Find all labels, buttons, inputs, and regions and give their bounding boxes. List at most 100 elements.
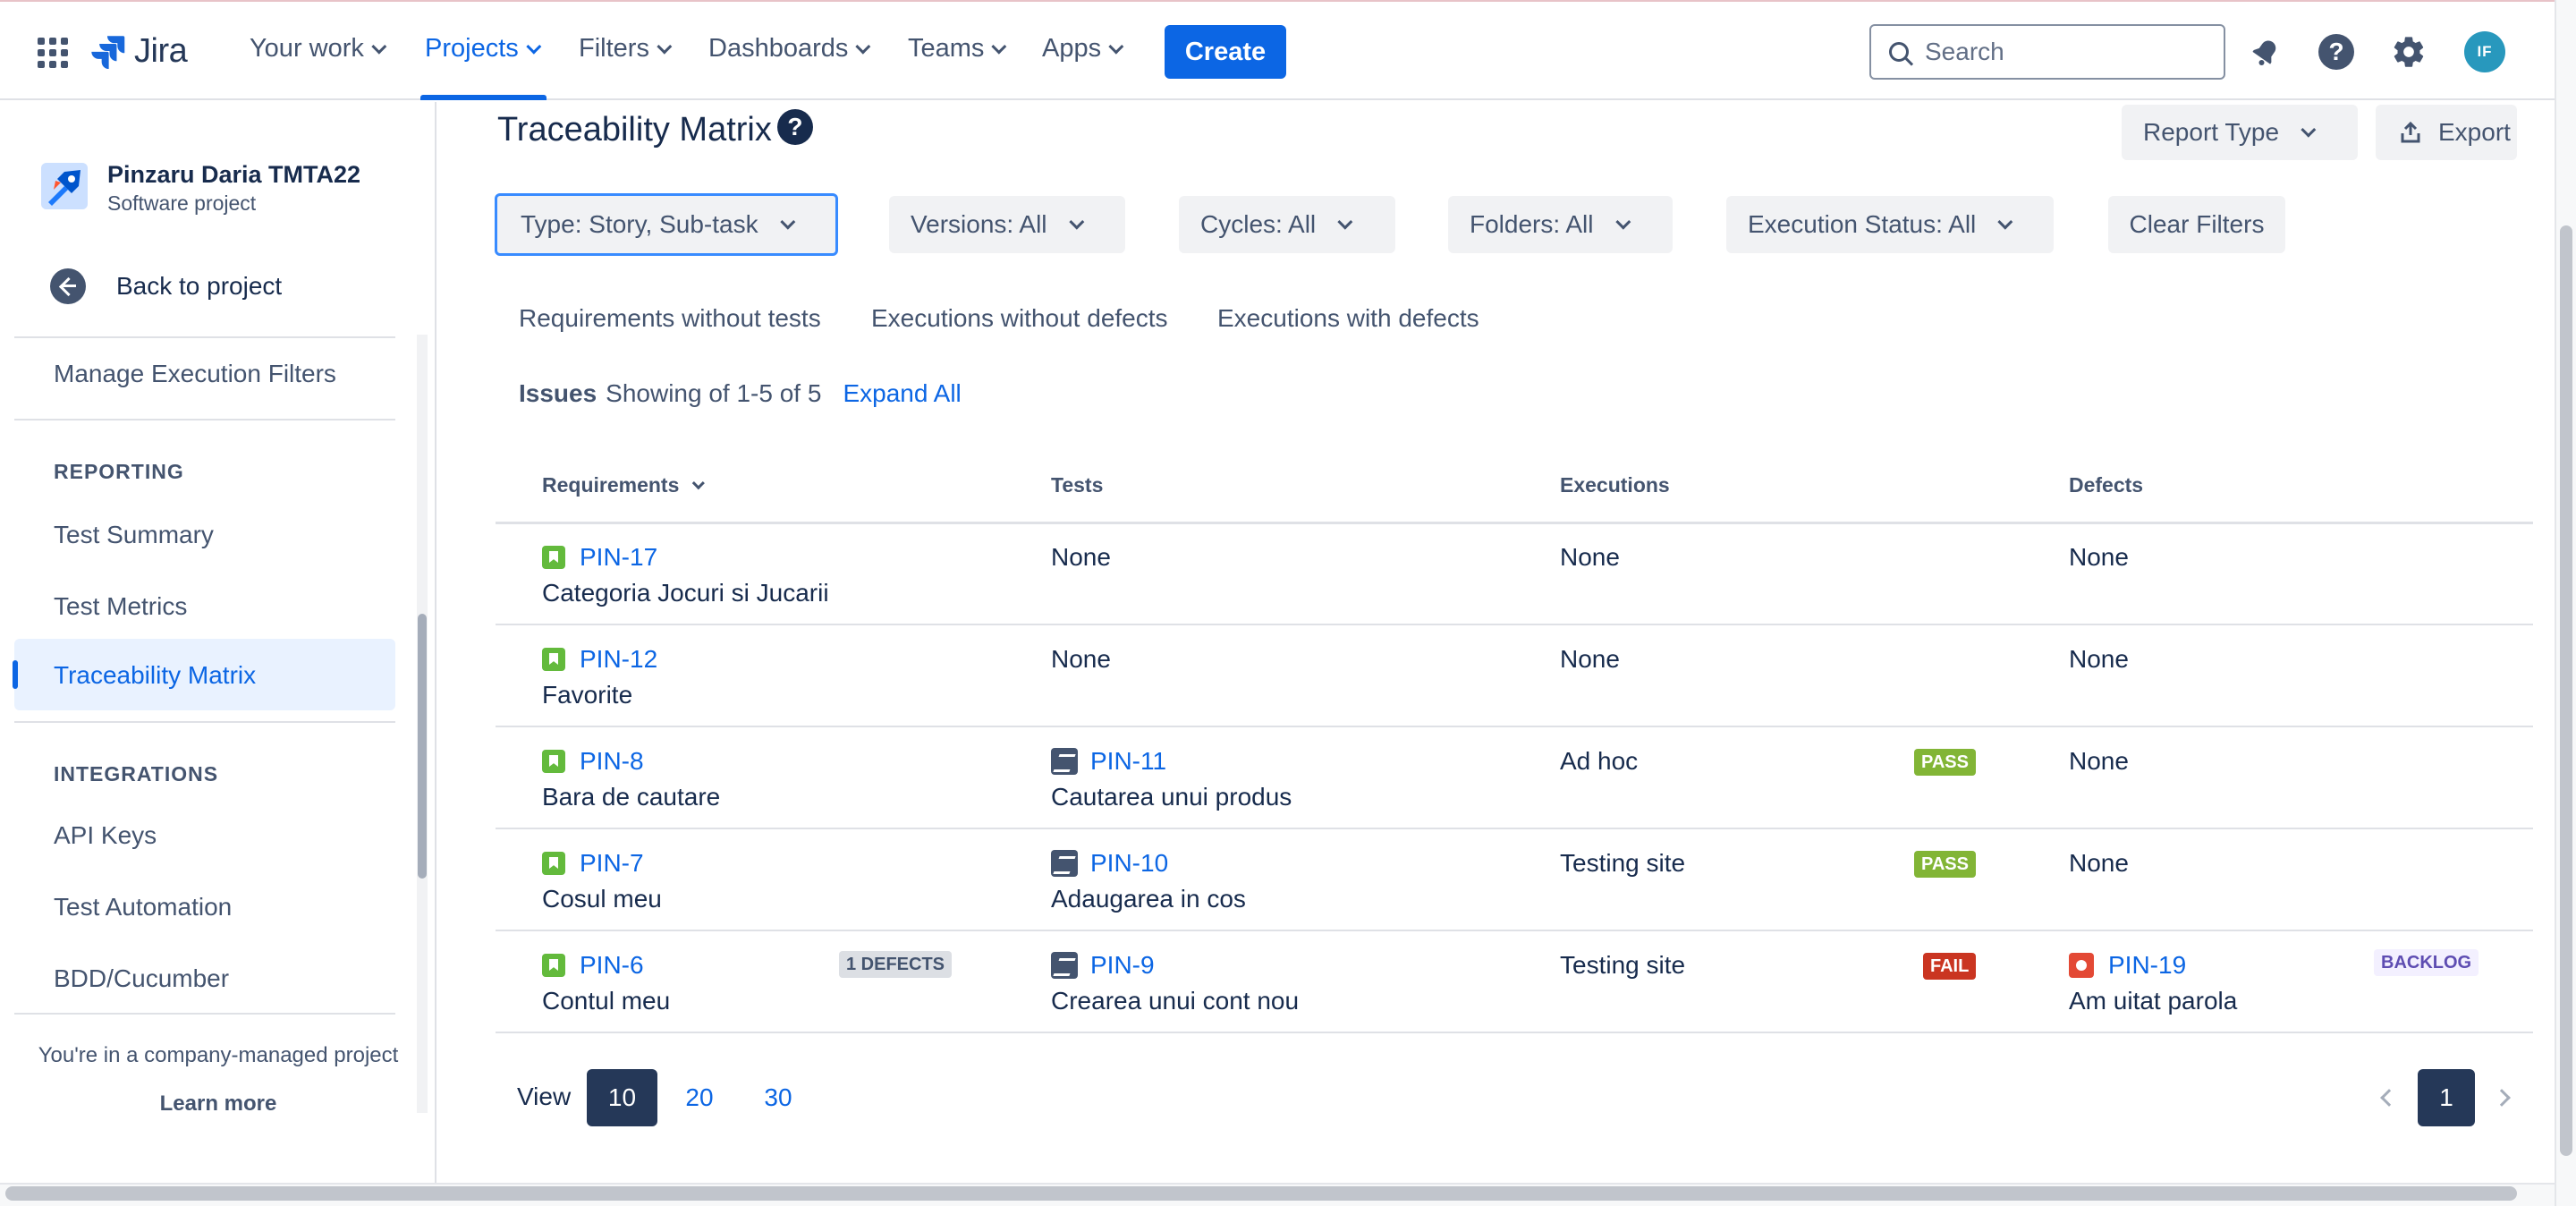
- page-size-30[interactable]: 30: [751, 1069, 805, 1126]
- learn-more-link[interactable]: Learn more: [0, 1091, 436, 1117]
- nav-your-work[interactable]: Your work: [250, 34, 387, 64]
- nav-dashboards[interactable]: Dashboards: [708, 34, 871, 64]
- help-question-icon[interactable]: ?: [776, 108, 813, 145]
- table-row: PIN-7 Cosul meu PIN-10 Adaugarea in cos …: [496, 829, 2533, 931]
- showing-count: Showing of 1-5 of 5: [606, 379, 822, 407]
- chevron-down-icon: [1337, 214, 1353, 230]
- type-filter[interactable]: Type: Story, Sub-task: [495, 193, 838, 256]
- chevron-down-icon: [991, 38, 1007, 55]
- tab-executions-with-defects[interactable]: Executions with defects: [1217, 304, 1479, 333]
- test-key-link[interactable]: PIN-10: [1051, 845, 1246, 881]
- story-icon: [542, 546, 565, 569]
- requirement-key: PIN-12: [580, 645, 658, 673]
- chevron-down-icon: [1614, 214, 1631, 230]
- report-type-label: Report Type: [2143, 118, 2280, 146]
- jira-logo[interactable]: Jira: [89, 29, 188, 73]
- sidebar-item-test-automation[interactable]: Test Automation: [54, 893, 232, 921]
- expand-all-link[interactable]: Expand All: [843, 379, 961, 408]
- requirement-key: PIN-17: [580, 543, 658, 571]
- previous-page-icon[interactable]: [2380, 1089, 2398, 1107]
- next-page-icon[interactable]: [2493, 1089, 2511, 1107]
- jira-logo-icon: [91, 36, 125, 70]
- clear-filters-button[interactable]: Clear Filters: [2108, 196, 2285, 253]
- sidebar-item-test-metrics[interactable]: Test Metrics: [54, 592, 187, 621]
- defect-title: Am uitat parola: [2069, 987, 2238, 1015]
- cycles-filter[interactable]: Cycles: All: [1179, 196, 1395, 253]
- sidebar-item-test-summary[interactable]: Test Summary: [54, 521, 214, 549]
- view-label: View: [517, 1083, 572, 1110]
- table-row: PIN-8 Bara de cautare PIN-11 Cautarea un…: [496, 727, 2533, 829]
- chevron-down-icon: [692, 476, 706, 489]
- settings-gear-icon[interactable]: [2389, 32, 2428, 72]
- logo-text: Jira: [134, 31, 188, 70]
- page-title-text: Traceability Matrix: [497, 111, 772, 149]
- requirement-title: Cosul meu: [542, 885, 662, 913]
- page-horizontal-scrollbar-thumb[interactable]: [5, 1186, 2517, 1201]
- requirement-title: Bara de cautare: [542, 783, 721, 811]
- project-header[interactable]: Pinzaru Daria TMTA22 Software project: [41, 159, 360, 217]
- column-header-requirements[interactable]: Requirements: [542, 473, 706, 497]
- defects-cell: None: [2069, 543, 2129, 571]
- nav-teams[interactable]: Teams: [908, 34, 1007, 64]
- sidebar-divider: [14, 1013, 395, 1015]
- page-vertical-scrollbar-thumb[interactable]: [2560, 225, 2572, 1156]
- story-icon: [542, 852, 565, 875]
- app-switcher-icon[interactable]: [38, 38, 68, 68]
- column-header-defects: Defects: [2069, 473, 2144, 497]
- current-page[interactable]: 1: [2418, 1069, 2475, 1126]
- defect-key: PIN-19: [2108, 951, 2187, 979]
- export-button[interactable]: Export: [2376, 105, 2517, 160]
- notifications-icon[interactable]: [2246, 32, 2285, 72]
- page-title: Traceability Matrix ?: [497, 108, 813, 149]
- column-header-executions: Executions: [1560, 473, 1670, 497]
- create-button[interactable]: Create: [1165, 25, 1286, 79]
- requirement-key: PIN-6: [580, 951, 644, 979]
- executions-cell: None: [1560, 645, 1620, 673]
- requirement-cell: PIN-7 Cosul meu: [542, 845, 662, 917]
- project-type: Software project: [107, 191, 257, 215]
- test-title: Crearea unui cont nou: [1051, 987, 1300, 1015]
- folders-filter[interactable]: Folders: All: [1448, 196, 1673, 253]
- test-title: Adaugarea in cos: [1051, 885, 1246, 913]
- requirement-key-link[interactable]: PIN-7: [542, 845, 662, 881]
- sidebar-item-manage-execution-filters[interactable]: Manage Execution Filters: [54, 360, 336, 388]
- sidebar-item-bdd-cucumber[interactable]: BDD/Cucumber: [54, 964, 229, 993]
- back-to-project-label: Back to project: [116, 272, 283, 300]
- requirement-title: Categoria Jocuri si Jucarii: [542, 579, 829, 607]
- requirement-key-link[interactable]: PIN-8: [542, 743, 720, 779]
- sidebar-item-traceability-matrix[interactable]: Traceability Matrix: [54, 661, 256, 690]
- tab-executions-without-defects[interactable]: Executions without defects: [871, 304, 1168, 333]
- versions-filter[interactable]: Versions: All: [889, 196, 1125, 253]
- chevron-down-icon: [779, 214, 795, 230]
- table-row: PIN-6 Contul meu 1 DEFECTS PIN-9 Crearea…: [496, 931, 2533, 1033]
- execution-status-filter[interactable]: Execution Status: All: [1726, 196, 2054, 253]
- nav-apps[interactable]: Apps: [1042, 34, 1124, 64]
- report-type-dropdown[interactable]: Report Type: [2122, 105, 2358, 160]
- sidebar-divider: [14, 419, 395, 420]
- tab-requirements-without-tests[interactable]: Requirements without tests: [519, 304, 821, 333]
- defects-cell: None: [2069, 747, 2129, 775]
- page-size-10[interactable]: 10: [587, 1069, 657, 1126]
- sidebar-scrollbar-thumb[interactable]: [418, 614, 427, 879]
- page-size-20[interactable]: 20: [673, 1069, 726, 1126]
- executions-cell: Ad hoc: [1560, 747, 1639, 775]
- tests-cell: PIN-9 Crearea unui cont nou: [1051, 947, 1299, 1019]
- requirement-key-link[interactable]: PIN-6: [542, 947, 670, 983]
- column-header-tests: Tests: [1051, 473, 1104, 497]
- test-key: PIN-10: [1090, 849, 1169, 877]
- folders-filter-label: Folders: All: [1470, 210, 1594, 238]
- back-to-project-link[interactable]: Back to project: [50, 268, 282, 304]
- requirement-key-link[interactable]: PIN-17: [542, 539, 829, 575]
- requirement-key-link[interactable]: PIN-12: [542, 641, 657, 677]
- nav-filters[interactable]: Filters: [579, 34, 673, 64]
- help-icon[interactable]: ?: [2317, 32, 2356, 72]
- test-key-link[interactable]: PIN-11: [1051, 743, 1292, 779]
- search-input[interactable]: Search: [1869, 24, 2225, 80]
- sidebar-item-api-keys[interactable]: API Keys: [54, 821, 157, 850]
- user-avatar[interactable]: IF: [2464, 31, 2505, 72]
- execution-status-filter-label: Execution Status: All: [1748, 210, 1977, 238]
- defects-count-badge[interactable]: 1 DEFECTS: [839, 951, 953, 978]
- test-key-link[interactable]: PIN-9: [1051, 947, 1299, 983]
- nav-projects[interactable]: Projects: [425, 34, 542, 64]
- defect-key-link[interactable]: PIN-19: [2069, 947, 2237, 983]
